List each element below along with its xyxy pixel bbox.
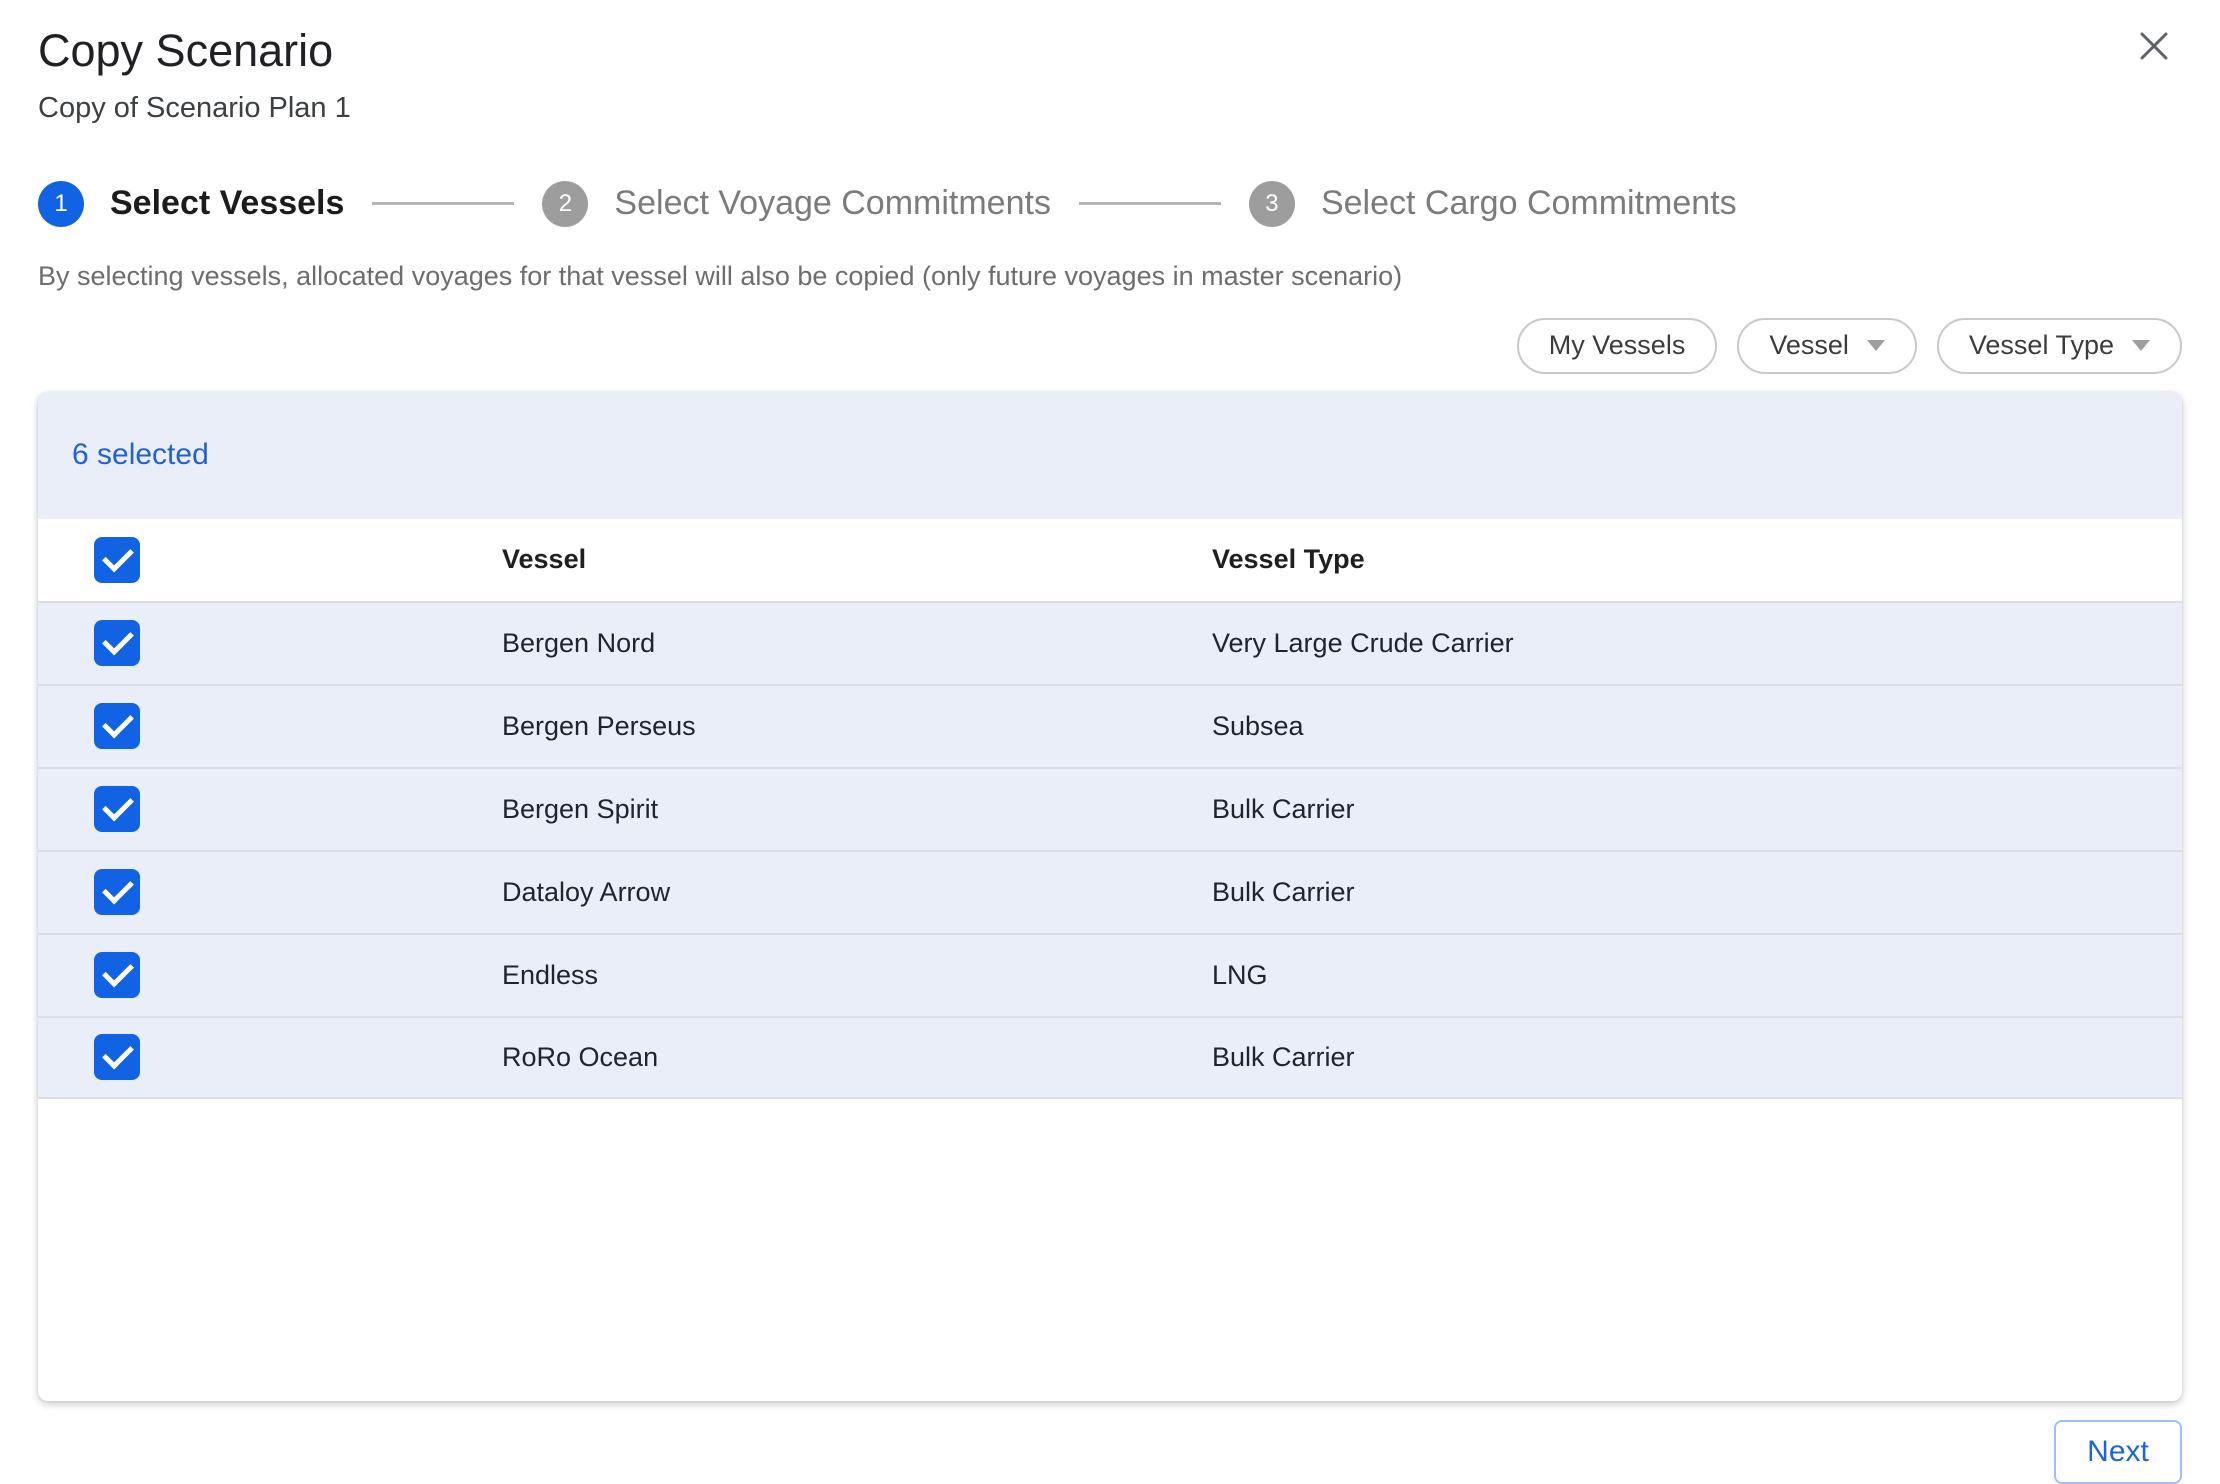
filter-chip-row: My Vessels Vessel Vessel Type <box>38 318 2182 374</box>
filter-chip-vessel-type[interactable]: Vessel Type <box>1937 318 2182 374</box>
dialog-title: Copy Scenario <box>38 26 2182 76</box>
stepper: 1 Select Vessels 2 Select Voyage Commitment… <box>38 181 2182 227</box>
dialog-footer: Next <box>38 1420 2182 1484</box>
filter-chip-label: My Vessels <box>1549 330 1686 361</box>
row-checkbox[interactable] <box>94 620 140 666</box>
row-checkbox[interactable] <box>94 1034 140 1080</box>
vessel-table-panel: 6 selected Vessel Vessel Type Bergen Nor… <box>38 392 2182 1401</box>
vessel-name-cell: Endless <box>502 960 1212 991</box>
step-3[interactable]: 3 Select Cargo Commitments <box>1249 181 1737 227</box>
table-row[interactable]: Bergen NordVery Large Crude Carrier <box>38 601 2182 684</box>
row-checkbox-cell <box>38 786 502 832</box>
step-connector <box>372 202 514 205</box>
dialog-subtitle: Copy of Scenario Plan 1 <box>38 92 2182 125</box>
vessel-type-cell: Subsea <box>1212 711 2182 742</box>
step-2[interactable]: 2 Select Voyage Commitments <box>542 181 1051 227</box>
row-checkbox-cell <box>38 703 502 749</box>
vessel-type-cell: Bulk Carrier <box>1212 1042 2182 1073</box>
step-label: Select Cargo Commitments <box>1321 184 1737 223</box>
table-header-row: Vessel Vessel Type <box>38 519 2182 601</box>
filter-chip-vessel[interactable]: Vessel <box>1737 318 1917 374</box>
vessel-name-cell: Bergen Perseus <box>502 711 1212 742</box>
table-row[interactable]: Bergen SpiritBulk Carrier <box>38 767 2182 850</box>
vessel-type-cell: Bulk Carrier <box>1212 794 2182 825</box>
step-number-badge: 1 <box>38 181 84 227</box>
select-all-checkbox[interactable] <box>94 537 140 583</box>
select-all-cell <box>38 537 502 583</box>
row-checkbox-cell <box>38 1034 502 1080</box>
selection-count-bar: 6 selected <box>38 392 2182 519</box>
vessel-type-cell: Very Large Crude Carrier <box>1212 628 2182 659</box>
chevron-down-icon <box>2132 340 2150 351</box>
dialog-description: By selecting vessels, allocated voyages … <box>38 261 2182 292</box>
table-row[interactable]: EndlessLNG <box>38 933 2182 1016</box>
step-label: Select Voyage Commitments <box>614 184 1051 223</box>
next-button[interactable]: Next <box>2054 1420 2182 1484</box>
vessel-name-cell: Bergen Nord <box>502 628 1212 659</box>
table-row[interactable]: RoRo OceanBulk Carrier <box>38 1016 2182 1099</box>
column-header-vessel-type: Vessel Type <box>1212 544 2182 575</box>
table-row[interactable]: Bergen PerseusSubsea <box>38 684 2182 767</box>
vessel-name-cell: Bergen Spirit <box>502 794 1212 825</box>
row-checkbox-cell <box>38 869 502 915</box>
table-row[interactable]: Dataloy ArrowBulk Carrier <box>38 850 2182 933</box>
filter-chip-label: Vessel Type <box>1969 330 2114 361</box>
column-header-vessel: Vessel <box>502 544 1212 575</box>
vessel-type-cell: Bulk Carrier <box>1212 877 2182 908</box>
row-checkbox-cell <box>38 952 502 998</box>
row-checkbox[interactable] <box>94 703 140 749</box>
table-empty-area <box>38 1099 2182 1401</box>
vessel-type-cell: LNG <box>1212 960 2182 991</box>
close-button[interactable] <box>2128 20 2180 72</box>
chevron-down-icon <box>1867 340 1885 351</box>
row-checkbox[interactable] <box>94 786 140 832</box>
step-number-badge: 2 <box>542 181 588 227</box>
step-connector <box>1079 202 1221 205</box>
selected-count-label: 6 selected <box>72 438 209 472</box>
vessel-name-cell: RoRo Ocean <box>502 1042 1212 1073</box>
table-body: Bergen NordVery Large Crude CarrierBerge… <box>38 601 2182 1099</box>
row-checkbox-cell <box>38 620 502 666</box>
row-checkbox[interactable] <box>94 869 140 915</box>
dialog-header: Copy Scenario Copy of Scenario Plan 1 <box>38 0 2182 125</box>
close-icon <box>2134 26 2174 66</box>
step-label: Select Vessels <box>110 184 344 223</box>
row-checkbox[interactable] <box>94 952 140 998</box>
vessel-name-cell: Dataloy Arrow <box>502 877 1212 908</box>
filter-chip-label: Vessel <box>1769 330 1849 361</box>
step-1[interactable]: 1 Select Vessels <box>38 181 344 227</box>
step-number-badge: 3 <box>1249 181 1295 227</box>
copy-scenario-dialog: Copy Scenario Copy of Scenario Plan 1 1S… <box>0 0 2220 1484</box>
filter-chip-my-vessels[interactable]: My Vessels <box>1517 318 1718 374</box>
